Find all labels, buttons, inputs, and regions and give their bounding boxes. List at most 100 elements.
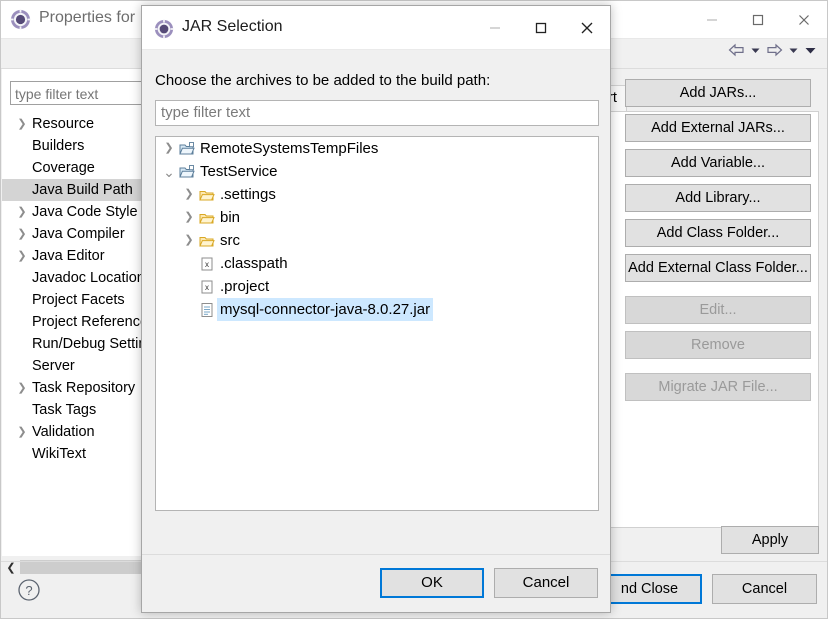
properties-filter-input[interactable]: type filter text: [10, 81, 148, 105]
jar-dialog-titlebar: JAR Selection: [142, 6, 610, 50]
sidebar-item-server[interactable]: Server: [2, 355, 148, 377]
sidebar-item-label: Task Tags: [32, 402, 97, 418]
jar-tree-row[interactable]: x .project: [156, 275, 598, 298]
chevron-right-icon[interactable]: ❯: [16, 201, 28, 223]
jar-tree-row[interactable]: ❯ .settings: [156, 183, 598, 206]
sidebar-item-java-code-style[interactable]: ❯ Java Code Style: [2, 201, 148, 223]
sidebar-item-project-references[interactable]: Project References: [2, 311, 155, 333]
jar-file-icon: [198, 298, 216, 321]
jar-tree-row[interactable]: ❯ src: [156, 229, 598, 252]
minimize-button[interactable]: [689, 1, 735, 39]
add-external-jars-button[interactable]: Add External JARs...: [625, 114, 811, 142]
sidebar-item-task-repository[interactable]: ❯ Task Repository: [2, 377, 148, 399]
sidebar-item-resource[interactable]: ❯ Resource: [2, 113, 148, 135]
edit-button: Edit...: [625, 296, 811, 324]
chevron-right-icon[interactable]: ❯: [16, 223, 28, 245]
sidebar-item-label: Task Repository: [32, 380, 136, 396]
jar-tree-row-label: mysql-connector-java-8.0.27.jar: [217, 298, 434, 321]
back-dropdown-icon[interactable]: [750, 43, 761, 57]
properties-tree[interactable]: ❯ Resource Builders Coverage Java Build Path…: [2, 113, 162, 556]
jar-filter-input[interactable]: type filter text: [155, 100, 599, 126]
properties-window-title: Properties for: [39, 9, 136, 26]
sidebar-item-java-editor[interactable]: ❯ Java Editor: [2, 245, 148, 267]
jar-tree-row-label: .project: [220, 278, 270, 295]
xml-file-icon: x: [198, 275, 216, 298]
cancel-button[interactable]: Cancel: [494, 568, 598, 598]
properties-cancel-button[interactable]: Cancel: [712, 574, 817, 604]
sidebar-item-label: Java Editor: [32, 248, 105, 264]
add-external-class-folder-button[interactable]: Add External Class Folder...: [625, 254, 811, 282]
sidebar-item-coverage[interactable]: Coverage: [2, 157, 148, 179]
close-button[interactable]: [781, 1, 827, 39]
sidebar-item-label: Java Compiler: [32, 226, 125, 242]
add-variable-button[interactable]: Add Variable...: [625, 149, 811, 177]
sidebar-item-label: Resource: [32, 116, 95, 132]
dialog-minimize-button[interactable]: [472, 6, 518, 50]
sidebar-item-run-debug-settings[interactable]: Run/Debug Settings: [2, 333, 162, 355]
help-icon[interactable]: ?: [17, 578, 41, 602]
sidebar-item-javadoc-location[interactable]: Javadoc Location: [2, 267, 148, 289]
ok-button[interactable]: OK: [380, 568, 484, 598]
sidebar-item-label: Builders: [32, 138, 85, 154]
chevron-right-icon[interactable]: ❯: [162, 137, 176, 160]
chevron-right-icon[interactable]: ❯: [182, 206, 196, 229]
sidebar-item-label: Server: [32, 358, 75, 374]
jar-tree-row[interactable]: ❯ RemoteSystemsTempFiles: [156, 137, 598, 160]
chevron-right-icon[interactable]: ❯: [182, 229, 196, 252]
eclipse-icon: [154, 19, 174, 39]
jar-dialog-button-row: OK Cancel: [142, 554, 610, 612]
jar-tree-row[interactable]: mysql-connector-java-8.0.27.jar: [156, 298, 598, 321]
menu-dropdown-icon[interactable]: [804, 43, 817, 57]
maximize-button[interactable]: [735, 1, 781, 39]
jar-tree-row-label: bin: [220, 209, 241, 226]
folder-project-icon: [178, 137, 196, 160]
back-arrow-icon[interactable]: [728, 43, 745, 57]
chevron-down-icon[interactable]: ⌄: [162, 160, 176, 183]
forward-dropdown-icon[interactable]: [788, 43, 799, 57]
jar-dialog-body: Choose the archives to be added to the b…: [142, 50, 610, 612]
sidebar-item-task-tags[interactable]: Task Tags: [2, 399, 148, 421]
properties-left-panel: type filter text ❯ Resource Builders Covera…: [2, 69, 162, 556]
chevron-right-icon[interactable]: ❯: [16, 113, 28, 135]
sidebar-item-wikitext[interactable]: WikiText: [2, 443, 148, 465]
sidebar-item-label: Coverage: [32, 160, 95, 176]
chevron-right-icon[interactable]: ❯: [16, 421, 28, 443]
sidebar-item-label: Project References: [32, 314, 156, 330]
jar-dialog-title: JAR Selection: [182, 18, 283, 35]
navigation-icon-group: [728, 43, 817, 57]
sidebar-item-java-compiler[interactable]: ❯ Java Compiler: [2, 223, 148, 245]
scrollbar-thumb[interactable]: [20, 560, 148, 574]
jar-tree-row[interactable]: ❯ bin: [156, 206, 598, 229]
svg-text:?: ?: [25, 583, 32, 598]
forward-arrow-icon[interactable]: [766, 43, 783, 57]
classpath-action-buttons: Add JARs... Add External JARs... Add Varia…: [625, 79, 811, 408]
add-jars-button[interactable]: Add JARs...: [625, 79, 811, 107]
sidebar-item-project-facets[interactable]: Project Facets: [2, 289, 148, 311]
dialog-maximize-button[interactable]: [518, 6, 564, 50]
button-row-divider: [142, 554, 610, 555]
properties-dialog-buttons: nd Close Cancel: [597, 574, 817, 604]
sidebar-item-builders[interactable]: Builders: [2, 135, 148, 157]
chevron-right-icon[interactable]: ❯: [16, 377, 28, 399]
sidebar-item-label: Project Facets: [32, 292, 125, 308]
sidebar-item-validation[interactable]: ❯ Validation: [2, 421, 148, 443]
jar-tree-row[interactable]: x .classpath: [156, 252, 598, 275]
chevron-right-icon[interactable]: ❯: [182, 183, 196, 206]
dialog-close-button[interactable]: [564, 6, 610, 50]
apply-button[interactable]: Apply: [721, 526, 819, 554]
screen: Properties for type filter text ❯ Resour…: [0, 0, 828, 619]
jar-file-tree[interactable]: ❯ RemoteSystemsTempFiles ⌄ TestService ❯ .set…: [155, 136, 599, 511]
apply-row: Apply: [721, 526, 819, 554]
folder-icon: [198, 183, 216, 206]
sidebar-item-java-build-path[interactable]: Java Build Path: [2, 179, 148, 201]
eclipse-icon: [10, 9, 31, 30]
add-library-button[interactable]: Add Library...: [625, 184, 811, 212]
jar-tree-row-label: .settings: [220, 186, 276, 203]
apply-and-close-button[interactable]: nd Close: [597, 574, 702, 604]
chevron-right-icon[interactable]: ❯: [16, 245, 28, 267]
jar-tree-row-label: .classpath: [220, 255, 288, 272]
jar-tree-row[interactable]: ⌄ TestService: [156, 160, 598, 183]
migrate-jar-file-button: Migrate JAR File...: [625, 373, 811, 401]
svg-text:x: x: [205, 260, 209, 269]
add-class-folder-button[interactable]: Add Class Folder...: [625, 219, 811, 247]
